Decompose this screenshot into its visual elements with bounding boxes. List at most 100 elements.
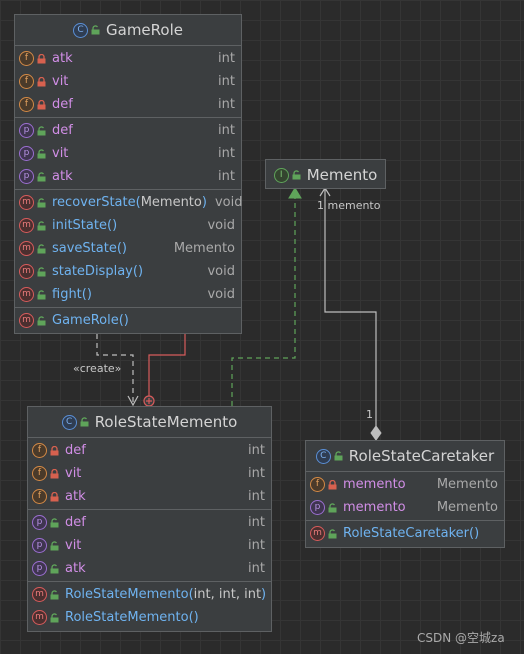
member-type: Memento [173, 241, 235, 256]
rolestatecaretaker-header[interactable]: C RoleStateCaretaker [306, 441, 504, 472]
method-icon: m [19, 313, 34, 328]
field-icon: f [19, 51, 34, 66]
member-type: int [218, 123, 235, 138]
member-type: int [218, 97, 235, 112]
method-icon: m [19, 241, 34, 256]
member-signature: recoverState(Memento) [52, 195, 207, 210]
property-icon: p [310, 500, 325, 515]
method-row[interactable]: m stateDisplay() void [15, 260, 241, 283]
private-access-icon [37, 99, 46, 110]
paren-close: ) [201, 195, 207, 210]
private-access-icon [50, 468, 59, 479]
memento-interface-box[interactable]: I Memento [265, 159, 386, 189]
rolestatememento-header[interactable]: C RoleStateMemento [28, 407, 271, 438]
public-access-icon [50, 517, 59, 528]
member-signature: atk [65, 489, 240, 504]
member-type: int [248, 538, 265, 553]
method-row[interactable]: m RoleStateMemento(int, int, int) [28, 583, 271, 606]
method-row[interactable]: m recoverState(Memento) void [15, 191, 242, 214]
member-type: void [207, 218, 235, 233]
property-row[interactable]: p atk int [28, 557, 271, 580]
member-type: int [248, 489, 265, 504]
member-signature: def [65, 443, 240, 458]
member-name: fight [52, 287, 82, 302]
member-type: int [248, 515, 265, 530]
public-access-icon [37, 220, 46, 231]
member-type: int [218, 169, 235, 184]
class-icon: C [315, 448, 331, 464]
memento-header[interactable]: I Memento [266, 160, 385, 190]
rolestatememento-class-box[interactable]: C RoleStateMemento f def int f vit int f atk int p d… [27, 406, 272, 632]
method-row[interactable]: m saveState() Memento [15, 237, 241, 260]
field-row[interactable]: f vit int [15, 70, 241, 93]
property-icon: p [32, 538, 47, 553]
private-access-icon [50, 445, 59, 456]
member-signature: saveState() [52, 241, 166, 256]
rolestatecaretaker-title: RoleStateCaretaker [348, 447, 495, 465]
paren-close: ) [137, 264, 144, 279]
method-row[interactable]: m RoleStateMemento() [28, 606, 271, 629]
private-access-icon [37, 76, 46, 87]
member-type: int [248, 443, 265, 458]
public-access-icon [37, 125, 46, 136]
field-row[interactable]: f vit int [28, 462, 271, 485]
public-access-icon [91, 25, 100, 35]
property-row[interactable]: p def int [15, 119, 241, 142]
method-icon: m [19, 287, 34, 302]
method-row[interactable]: m GameRole() [15, 309, 241, 332]
public-access-icon [334, 451, 343, 461]
field-row[interactable]: f atk int [15, 47, 241, 70]
member-signature: stateDisplay() [52, 264, 199, 279]
member-signature: vit [52, 146, 210, 161]
field-row[interactable]: f atk int [28, 485, 271, 508]
public-access-icon [50, 540, 59, 551]
member-signature: memento [343, 477, 429, 492]
property-icon: p [19, 169, 34, 184]
member-name: atk [52, 51, 73, 66]
paren-close: ) [261, 587, 267, 602]
member-type: int [248, 466, 265, 481]
member-name: atk [52, 169, 73, 184]
member-name: memento [343, 500, 406, 515]
member-signature: def [65, 515, 240, 530]
rolestatecaretaker-class-box[interactable]: C RoleStateCaretaker f memento Memento p memen… [305, 440, 505, 548]
member-signature: atk [65, 561, 240, 576]
method-icon: m [32, 587, 47, 602]
member-signature: vit [52, 74, 210, 89]
field-icon: f [32, 443, 47, 458]
member-name: def [52, 97, 73, 112]
field-row[interactable]: f memento Memento [306, 473, 504, 496]
method-icon: m [19, 264, 34, 279]
method-row[interactable]: m fight() void [15, 283, 241, 306]
property-row[interactable]: p vit int [15, 142, 241, 165]
member-name: stateDisplay [52, 264, 133, 279]
public-access-icon [328, 502, 337, 513]
member-name: RoleStateCaretaker [343, 526, 469, 541]
paren-close: ) [86, 287, 92, 302]
public-access-icon [37, 266, 46, 277]
field-icon: f [19, 97, 34, 112]
property-row[interactable]: p atk int [15, 165, 241, 188]
property-icon: p [19, 123, 34, 138]
paren-close: ) [123, 313, 129, 328]
property-icon: p [19, 146, 34, 161]
property-row[interactable]: p def int [28, 511, 271, 534]
method-row[interactable]: m initState() void [15, 214, 241, 237]
gamerole-class-box[interactable]: C GameRole f atk int f vit int f def int p def int p vi… [14, 14, 242, 334]
public-access-icon [50, 612, 59, 623]
member-type: void [207, 264, 235, 279]
field-row[interactable]: f def int [28, 439, 271, 462]
gamerole-title: GameRole [106, 21, 183, 39]
method-row[interactable]: m RoleStateCaretaker() [306, 522, 504, 545]
paren-close: ) [112, 218, 118, 233]
member-signature: def [52, 97, 210, 112]
private-access-icon [328, 479, 337, 490]
field-row[interactable]: f def int [15, 93, 241, 116]
member-type: int [218, 74, 235, 89]
member-signature: def [52, 123, 210, 138]
member-name: vit [65, 538, 82, 553]
member-name: atk [65, 489, 86, 504]
property-row[interactable]: p vit int [28, 534, 271, 557]
property-row[interactable]: p memento Memento [306, 496, 504, 519]
gamerole-header[interactable]: C GameRole [15, 15, 241, 46]
